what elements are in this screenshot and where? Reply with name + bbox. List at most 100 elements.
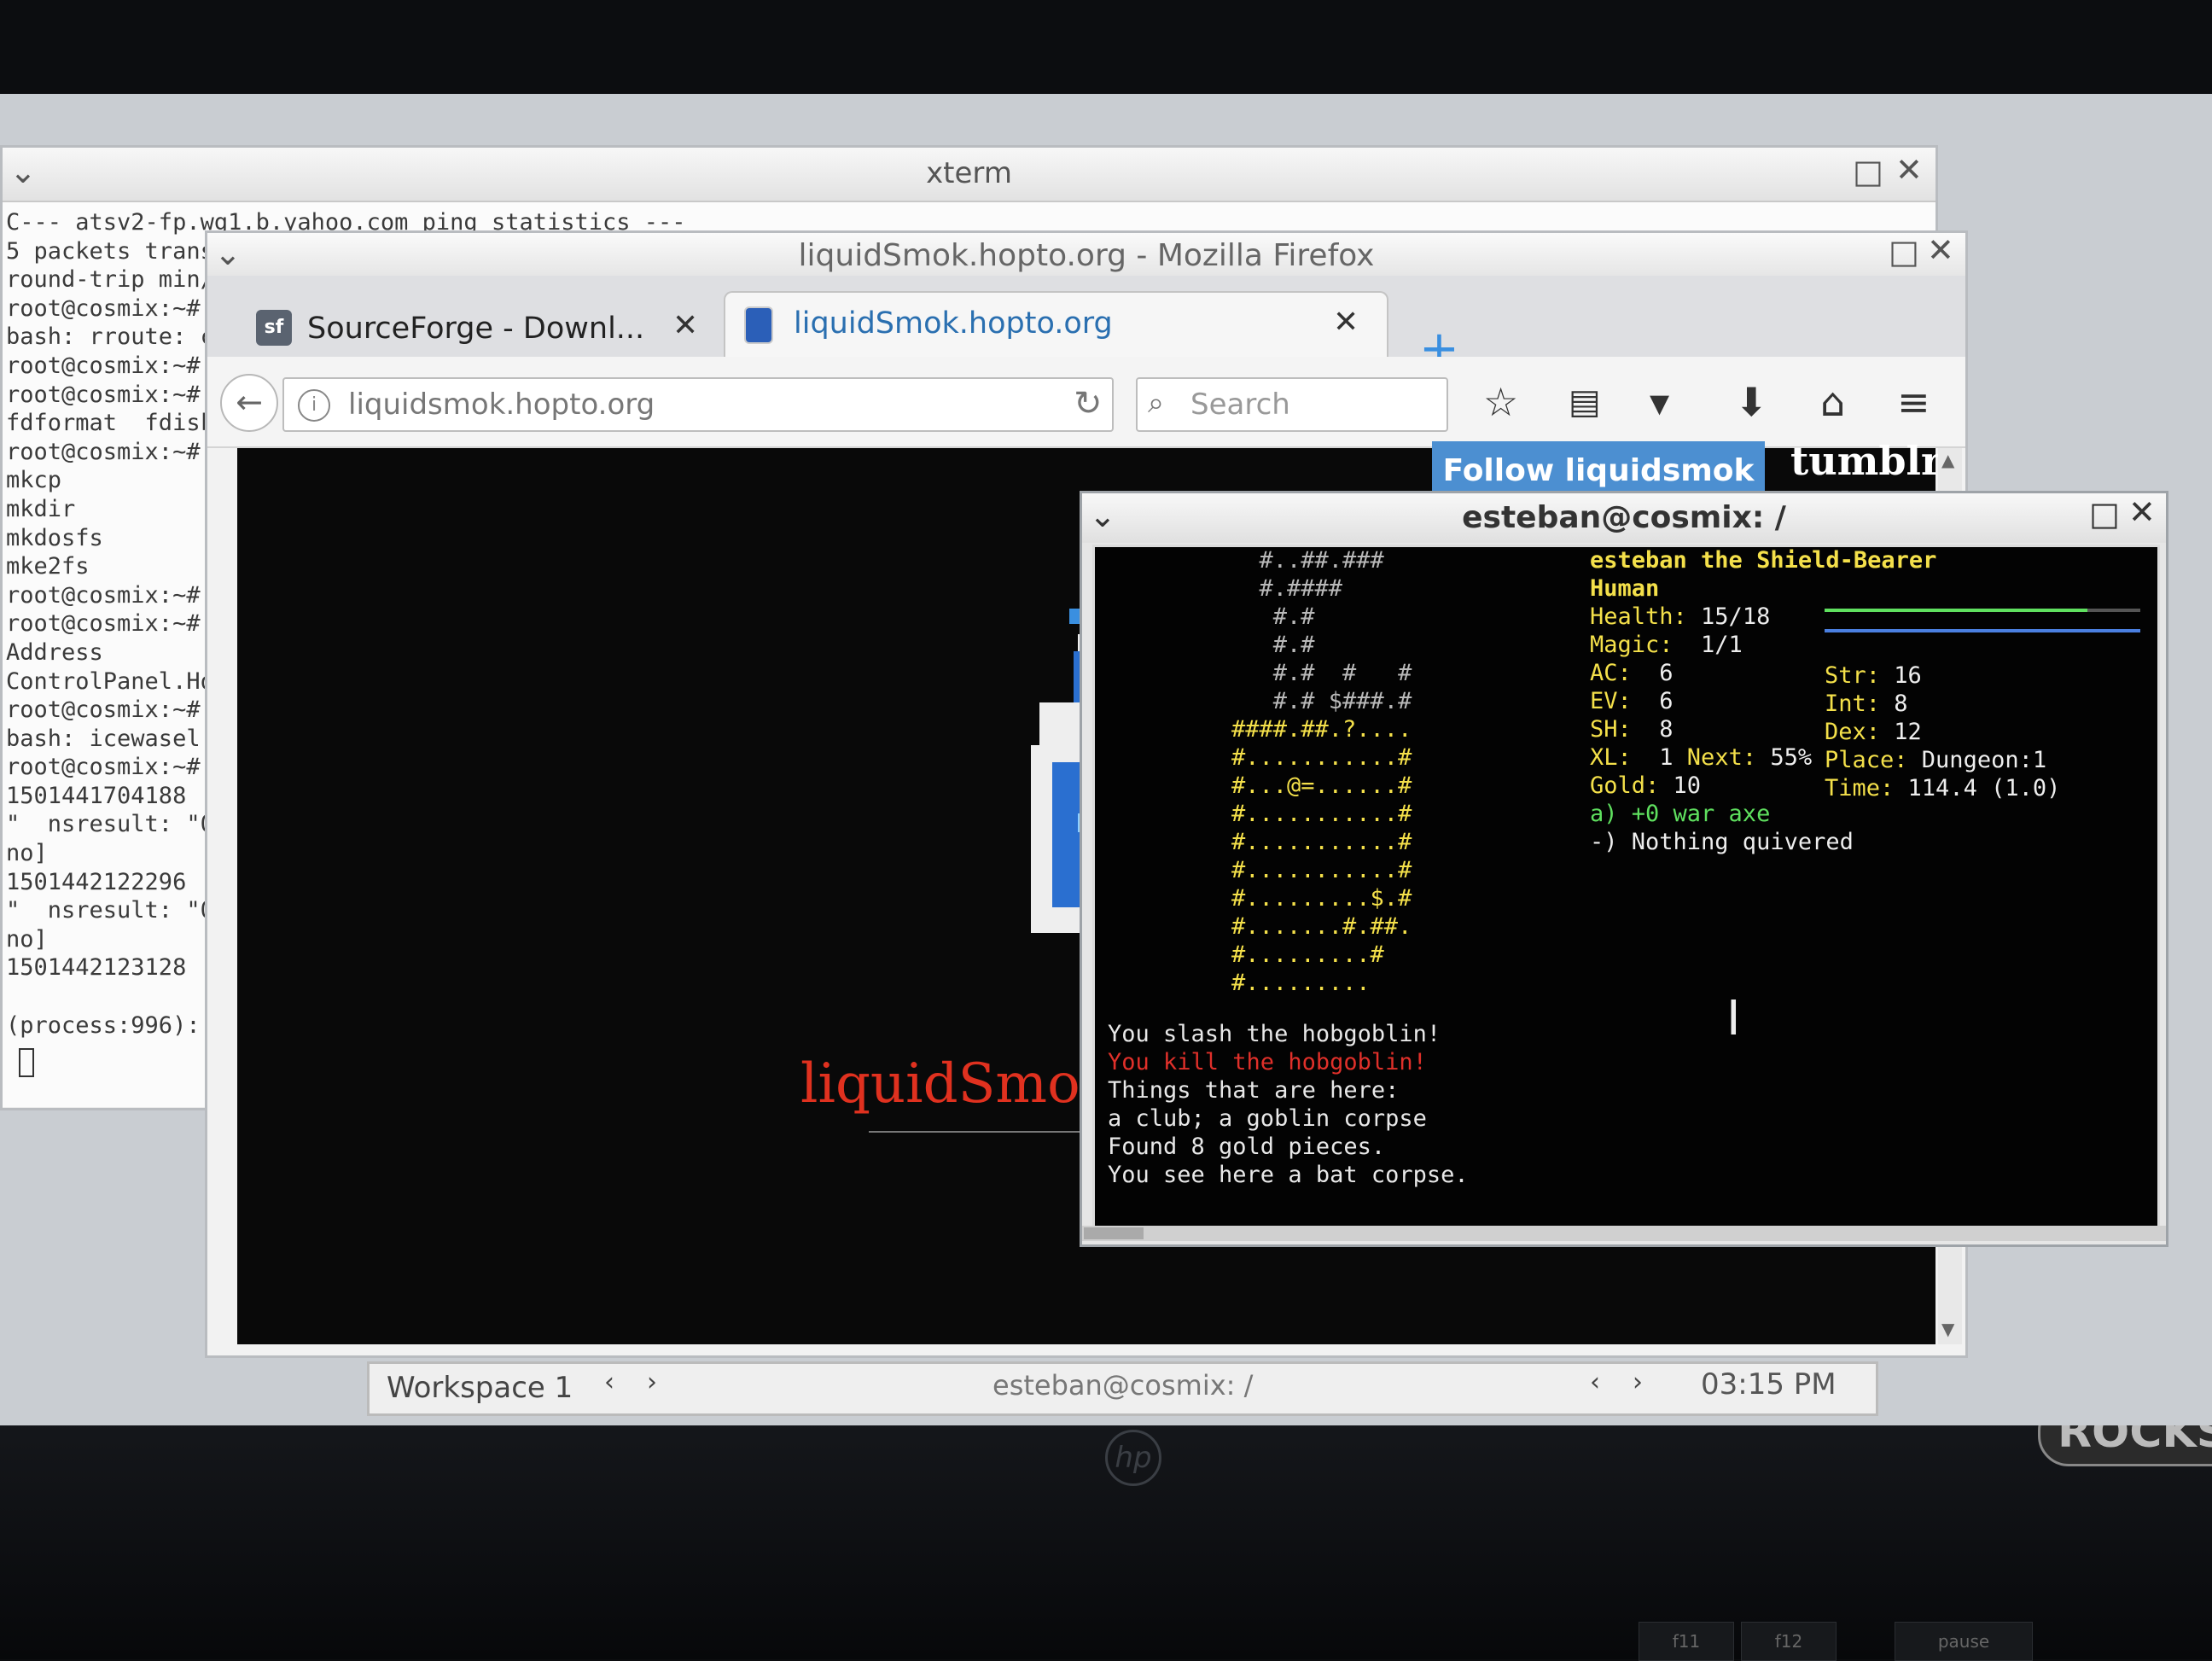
map-row: #.........: [1231, 970, 1371, 996]
map-row: #.#: [1231, 632, 1315, 658]
sh-value: 8: [1659, 716, 1674, 743]
xterm-titlebar[interactable]: ⌄ xterm □ ✕: [3, 148, 1936, 202]
reading-list-icon[interactable]: ▤: [1569, 382, 1601, 422]
url-text: liquidsmok.hopto.org: [348, 388, 655, 422]
message-line: You slash the hobgoblin!: [1108, 1021, 1441, 1047]
url-bar[interactable]: i liquidsmok.hopto.org ↻: [282, 377, 1114, 432]
home-icon[interactable]: ⌂: [1820, 379, 1845, 425]
map-row: #...........#: [1231, 829, 1412, 855]
map-row: #...........#: [1231, 857, 1412, 883]
tab-label: liquidSmok.hopto.org: [794, 306, 1113, 341]
int-row: Int: 8: [1825, 691, 1908, 717]
place-row: Place: Dungeon:1: [1825, 747, 2047, 773]
magic-value: 1/1: [1701, 632, 1743, 658]
character-stats-right: Str: 16 Int: 8 Dex: 12 Place: Dungeon:1 …: [1825, 662, 2060, 803]
map-row: #.####: [1231, 575, 1343, 602]
crawl-terminal-window[interactable]: ⌄ esteban@cosmix: / □ ✕ #..##.### #.####…: [1080, 491, 2168, 1247]
ev-value: 6: [1659, 688, 1674, 714]
dex-value: 12: [1894, 719, 1922, 745]
character-race: Human: [1590, 575, 1660, 602]
crawl-game-screen[interactable]: #..##.### #.#### #.# #.# #.# # # #.# $##…: [1092, 545, 2160, 1228]
dungeon-map: #..##.### #.#### #.# #.# #.# # # #.# $##…: [1231, 547, 1412, 998]
maximize-icon[interactable]: □: [2089, 495, 2120, 533]
close-tab-icon[interactable]: ✕: [672, 308, 698, 343]
quiver-slot: -) Nothing quivered: [1590, 829, 1854, 855]
str-row: Str: 16: [1825, 662, 1922, 689]
health-bar-fill: [1825, 609, 2088, 612]
key-f12: f12: [1741, 1622, 1837, 1661]
key-f11: f11: [1639, 1622, 1734, 1661]
workspace-prev-icon[interactable]: ‹: [604, 1367, 614, 1397]
info-icon[interactable]: i: [298, 389, 330, 422]
tab-sourceforge[interactable]: sf SourceForge - Downl... ✕: [246, 291, 707, 357]
map-row: #.......#.##.: [1231, 913, 1412, 940]
health-value: 15/18: [1701, 603, 1771, 630]
map-row: #.# # #: [1231, 660, 1412, 686]
reload-icon[interactable]: ↻: [1074, 384, 1103, 423]
tumblr-logo[interactable]: tumblr.: [1790, 438, 1952, 484]
close-tab-icon[interactable]: ✕: [1333, 305, 1359, 340]
tab-liquidsmok[interactable]: liquidSmok.hopto.org ✕: [724, 291, 1388, 358]
xterm-cursor: [19, 1048, 34, 1077]
taskbar-window-title[interactable]: esteban@cosmix: /: [992, 1369, 1253, 1402]
map-row: #.........$.#: [1231, 885, 1412, 912]
int-value: 8: [1894, 691, 1908, 717]
magic-row: Magic: 1/1: [1590, 632, 1743, 658]
workspace-next-icon[interactable]: ›: [647, 1367, 657, 1397]
search-icon: ⌕: [1148, 386, 1165, 420]
map-row: #.# $###.#: [1231, 688, 1412, 714]
firefox-titlebar[interactable]: ⌄ liquidSmok.hopto.org - Mozilla Firefox…: [207, 231, 1965, 276]
health-row: Health: 15/18: [1590, 603, 1771, 630]
close-icon[interactable]: ✕: [1927, 231, 1954, 269]
xterm-title: xterm: [926, 156, 1012, 190]
potion-favicon-icon: [744, 306, 773, 344]
message-log: You slash the hobgoblin! You kill the hob…: [1108, 1021, 1469, 1190]
weapon-slot: a) +0 war axe: [1590, 801, 1771, 827]
navigation-toolbar: ← i liquidsmok.hopto.org ↻ ⌕ Search ☆ ▤ …: [207, 357, 1965, 448]
message-line: You kill the hobgoblin!: [1108, 1049, 1427, 1075]
health-bar-empty: [2087, 609, 2140, 612]
search-placeholder: Search: [1190, 388, 1290, 422]
bookmark-star-icon[interactable]: ☆: [1483, 379, 1518, 425]
gold-value: 10: [1673, 772, 1702, 799]
site-name: liquidSmok: [800, 1052, 1114, 1116]
close-icon[interactable]: ✕: [1895, 151, 1923, 189]
terminal-scrollbar[interactable]: [1082, 1226, 2166, 1241]
map-row: #..##.###: [1231, 547, 1384, 574]
key-pause: pause: [1895, 1622, 2033, 1661]
scrollbar-thumb[interactable]: [1084, 1227, 1144, 1239]
download-icon[interactable]: ⬇: [1735, 379, 1768, 425]
terminal-titlebar[interactable]: ⌄ esteban@cosmix: / □ ✕: [1082, 493, 2166, 543]
search-input[interactable]: ⌕ Search: [1136, 377, 1448, 432]
menu-icon[interactable]: ≡: [1897, 379, 1930, 425]
message-line: Things that are here:: [1108, 1077, 1400, 1104]
dex-row: Dex: 12: [1825, 719, 1922, 745]
map-row: #.........#: [1231, 941, 1384, 968]
scroll-down-icon[interactable]: ▼: [1941, 1319, 1954, 1339]
maximize-icon[interactable]: □: [1853, 153, 1883, 190]
character-name: esteban the Shield-Bearer: [1590, 547, 1937, 574]
task-next-icon[interactable]: ›: [1633, 1367, 1643, 1397]
str-value: 16: [1894, 662, 1922, 689]
map-row: #...........#: [1231, 801, 1412, 827]
hp-logo: hp: [1105, 1430, 1161, 1486]
pocket-icon[interactable]: ▾: [1650, 379, 1669, 425]
ac-value: 6: [1659, 660, 1674, 686]
back-icon[interactable]: ←: [220, 374, 278, 432]
xl-value: 1: [1659, 744, 1674, 771]
tab-strip: sf SourceForge - Downl... ✕ liquidSmok.h…: [207, 276, 1965, 373]
message-line: You see here a bat corpse.: [1108, 1162, 1469, 1188]
text-cursor-icon: I: [1726, 991, 1741, 1046]
map-row: ####.##.?....: [1231, 716, 1412, 743]
maximize-icon[interactable]: □: [1889, 233, 1919, 271]
sourceforge-icon: sf: [256, 310, 292, 346]
magic-bar-fill: [1825, 629, 2140, 632]
time-row: Time: 114.4 (1.0): [1825, 775, 2061, 801]
scroll-up-icon[interactable]: ▲: [1941, 450, 1954, 470]
close-icon[interactable]: ✕: [2128, 493, 2156, 531]
place-value: Dungeon:1: [1921, 747, 2047, 773]
workspace-label[interactable]: Workspace 1: [387, 1371, 573, 1405]
task-prev-icon[interactable]: ‹: [1590, 1367, 1600, 1397]
tab-label: SourceForge - Downl...: [307, 312, 645, 346]
map-row: #...........#: [1231, 744, 1412, 771]
